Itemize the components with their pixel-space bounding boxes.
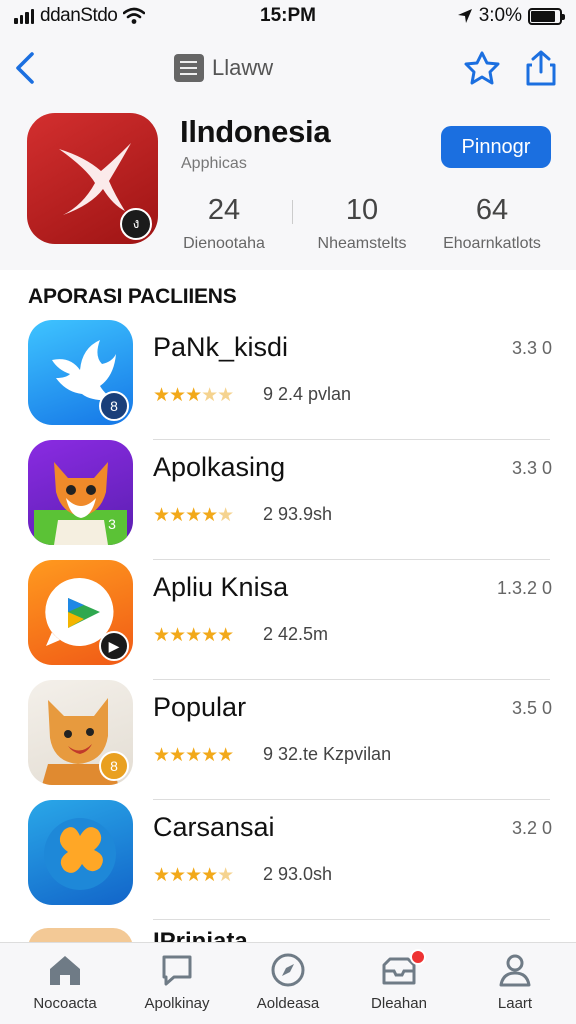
tab-label: Nocoacta [33, 995, 97, 1012]
stat-divider [292, 200, 293, 224]
app-meta: 2 93.0sh [263, 864, 333, 884]
stat-item: 64 Ehoarnkatlots [436, 194, 548, 253]
app-badge: ▶ [99, 631, 129, 661]
app-badge: 8 [99, 391, 129, 421]
app-version: 3.5 0 [511, 698, 552, 718]
nav-title-text: Llaww [212, 55, 274, 80]
app-title: IPriniata [153, 928, 248, 942]
app-icon: ▶ [28, 560, 133, 665]
nav-title: Llaww [174, 54, 273, 82]
person-icon [499, 954, 531, 987]
app-badge: 8 [99, 751, 129, 781]
app-meta: 9 32.te Kzpvilan [263, 744, 392, 764]
app-icon: ง [27, 113, 158, 244]
app-title: PaNk_kisdi [153, 332, 289, 362]
compass-icon [271, 953, 305, 987]
list-item[interactable]: Carsansai ★★★★★ 2 93.0sh 3.2 0 [0, 800, 576, 920]
location-icon [457, 9, 472, 23]
back-button[interactable] [10, 48, 42, 88]
chevron-left-icon [16, 52, 34, 84]
app-badge: ง [120, 208, 152, 240]
star-outline-icon [464, 51, 500, 85]
nav-bar: Llaww [0, 34, 576, 104]
app-version: 3.3 0 [511, 338, 552, 358]
stat-value: 24 [207, 194, 241, 226]
list-item[interactable]: ▶ Apliu Knisa ★★★★★ 2 42.5m 1.3.2 0 [0, 560, 576, 680]
rating-stars: ★★★★★ [153, 745, 234, 766]
stat-label: Nheamstelts [317, 235, 407, 252]
app-name: Ilndonesia [180, 114, 331, 149]
app-icon: 8 [28, 320, 133, 425]
app-version: 1.3.2 0 [496, 578, 552, 598]
stat-item: 10 Nheamstelts [308, 194, 416, 253]
list-item[interactable]: 8 PaNk_kisdi ★★★★★ 9 2.4 pvlan 3.3 0 [0, 320, 576, 440]
tab-inbox[interactable]: Dleahan [344, 949, 454, 1012]
app-title: Apliu Knisa [153, 572, 289, 602]
app-icon [28, 800, 133, 905]
app-meta: 9 2.4 pvlan [263, 384, 352, 404]
section-title: APORASI PACLIIENS [28, 285, 237, 308]
share-icon [526, 50, 556, 86]
app-icon: 8 [28, 680, 133, 785]
tab-home[interactable]: Nocoacta [10, 951, 120, 1012]
get-button[interactable]: Pinnogr [441, 126, 551, 168]
app-meta: 2 42.5m [263, 624, 329, 644]
status-bar: ddanStdo 15:PM 3:0% [0, 0, 576, 34]
battery-percent: 3:0% [478, 5, 522, 26]
tab-label: Apolkinay [144, 995, 210, 1012]
app-version: 3.3 0 [511, 458, 552, 478]
app-subtitle: Apphicas [181, 155, 247, 172]
stat-value: 64 [475, 194, 509, 226]
stat-item: 24 Dienootaha [176, 194, 272, 253]
tab-explore[interactable]: Aoldeasa [233, 951, 343, 1012]
rating-stars: ★★★★★ [153, 385, 234, 406]
app-version: 3.2 0 [511, 818, 552, 838]
tab-profile[interactable]: Laart [460, 951, 570, 1012]
app-meta: 2 93.9sh [263, 504, 333, 524]
app-badge: 3 [108, 516, 116, 532]
tab-label: Aoldeasa [256, 995, 320, 1012]
tab-label: Dleahan [371, 995, 427, 1012]
list-item[interactable]: 3 Apolkasing ★★★★★ 2 93.9sh 3.3 0 [0, 440, 576, 560]
tab-label: Laart [497, 995, 533, 1012]
notification-dot [410, 949, 426, 965]
favorite-button[interactable] [463, 48, 501, 88]
rating-stars: ★★★★★ [153, 505, 234, 526]
stat-label: Dienootaha [183, 235, 265, 252]
home-icon [50, 956, 80, 985]
rating-stars: ★★★★★ [153, 865, 234, 886]
row-divider [153, 919, 550, 920]
puzzle-icon [44, 818, 116, 890]
share-button[interactable] [522, 48, 560, 88]
tab-apps[interactable]: Apolkinay [122, 951, 232, 1012]
battery-icon [528, 7, 565, 25]
document-icon [174, 54, 204, 82]
list-item[interactable]: 8 Popular ★★★★★ 9 32.te Kzpvilan 3.5 0 [0, 680, 576, 800]
app-header: Llaww ง Ilndonesia Apphicas Pinnogr 24 D… [0, 34, 576, 270]
app-icon: 3 [28, 440, 133, 545]
app-title: Apolkasing [153, 452, 286, 482]
message-icon [162, 955, 192, 986]
stat-label: Ehoarnkatlots [443, 235, 541, 252]
rating-stars: ★★★★★ [153, 625, 234, 646]
app-title: Popular [153, 692, 247, 722]
stat-value: 10 [345, 194, 379, 226]
app-title: Carsansai [153, 812, 275, 842]
tab-bar: Nocoacta Apolkinay Aoldeasa Dleahan Laar… [0, 942, 576, 1024]
